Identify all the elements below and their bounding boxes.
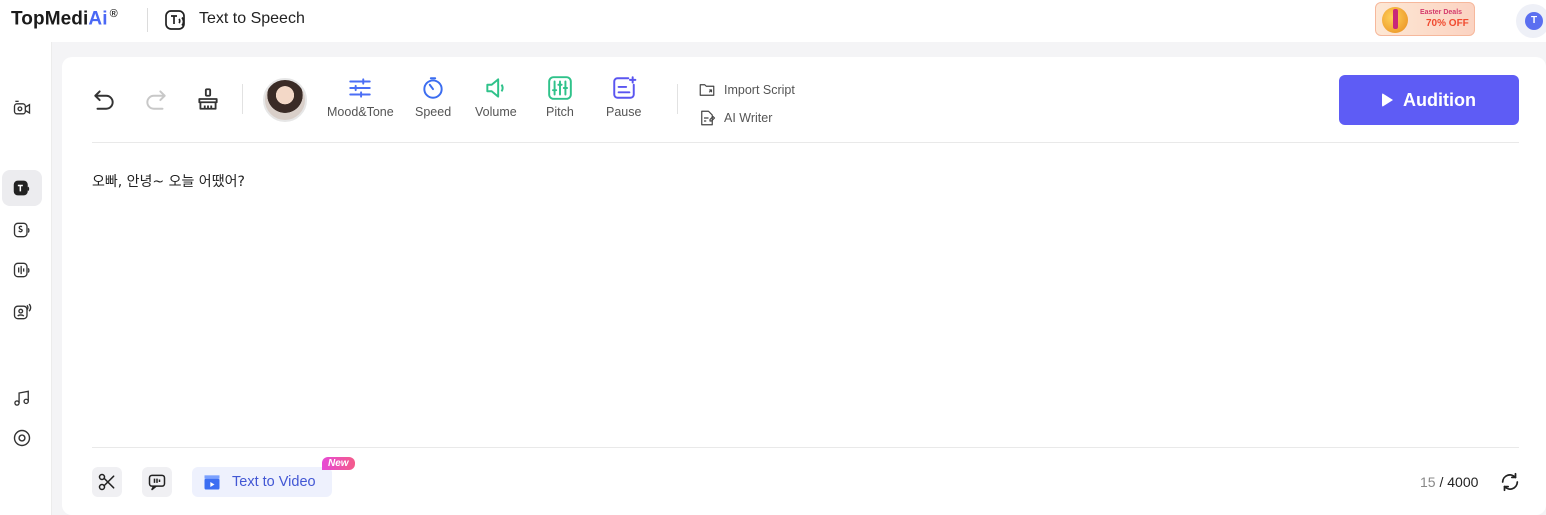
volume-button[interactable]: Volume xyxy=(475,75,517,119)
text-to-video-button[interactable]: Text to Video xyxy=(192,467,332,497)
import-script-label: Import Script xyxy=(724,83,795,97)
speed-button[interactable]: Speed xyxy=(415,75,451,119)
brand-divider xyxy=(147,8,148,32)
cut-button[interactable] xyxy=(92,467,122,497)
pause-button[interactable]: Pause xyxy=(606,75,641,119)
voice-cloning-icon xyxy=(13,262,30,278)
sidebar-item-voice-cloning[interactable] xyxy=(2,252,42,288)
voice-avatar-button[interactable] xyxy=(263,78,307,122)
pause-label: Pause xyxy=(606,105,642,119)
sidebar-item-disc[interactable] xyxy=(2,420,42,456)
text-to-speech-icon xyxy=(13,180,30,196)
document-edit-icon xyxy=(701,110,716,126)
character-limit: 4000 xyxy=(1447,474,1479,490)
sidebar-item-voice-changer[interactable] xyxy=(2,212,42,248)
sidebar-item-video[interactable] xyxy=(2,90,42,126)
speech-bubble-icon xyxy=(148,474,166,491)
mood-tone-label: Mood&Tone xyxy=(327,105,394,119)
ai-writer-button[interactable]: AI Writer xyxy=(698,109,772,127)
speed-label: Speed xyxy=(415,105,452,119)
sidebar-item-speech-to-text[interactable] xyxy=(2,294,42,330)
clear-button[interactable] xyxy=(194,85,222,113)
play-icon xyxy=(1382,93,1393,107)
video-camera-icon xyxy=(13,100,31,115)
script-text-area[interactable]: 오빠, 안녕~ 오늘 어땠어? xyxy=(92,171,245,191)
speedometer-icon xyxy=(423,77,443,99)
page-title: Text to Speech xyxy=(199,10,305,27)
brand-registered: ® xyxy=(109,8,118,20)
scissors-icon xyxy=(98,473,115,491)
promo-big-text: 70% OFF xyxy=(1426,18,1469,29)
mood-tone-button[interactable]: Mood&Tone xyxy=(327,75,394,119)
pitch-button[interactable]: Pitch xyxy=(546,75,574,119)
character-counter: 15 / 4000 xyxy=(1420,474,1478,490)
toolbar-divider xyxy=(242,84,243,114)
promo-small-text: Easter Deals xyxy=(1420,9,1463,16)
audition-button[interactable]: Audition xyxy=(1339,75,1519,125)
top-bar: TopMediAi ® Text to Speech Easter Deals 7… xyxy=(0,0,1546,42)
vinyl-disc-icon xyxy=(13,429,31,447)
divider xyxy=(92,447,1519,448)
pitch-label: Pitch xyxy=(546,105,574,119)
brand-logo[interactable]: TopMediAi ® xyxy=(11,8,118,30)
text-to-video-label: Text to Video xyxy=(232,474,316,490)
brand-prefix: TopMedi xyxy=(11,8,89,30)
undo-icon xyxy=(94,90,114,110)
import-script-button[interactable]: Import Script xyxy=(698,81,795,99)
brand-ai: Ai xyxy=(88,8,108,30)
audition-label: Audition xyxy=(1403,89,1476,110)
sliders-icon xyxy=(349,78,372,98)
avatar: T xyxy=(1525,12,1543,30)
pause-note-icon xyxy=(612,76,637,99)
new-badge: New xyxy=(322,457,355,470)
promo-banner[interactable]: Easter Deals 70% OFF xyxy=(1375,2,1475,36)
sidebar-item-text-to-speech[interactable] xyxy=(2,170,42,206)
text-to-speech-icon xyxy=(165,10,185,30)
redo-icon xyxy=(146,90,166,110)
undo-button[interactable] xyxy=(90,85,118,113)
redo-button[interactable] xyxy=(142,85,170,113)
gift-icon xyxy=(1382,7,1408,33)
account-button[interactable]: T xyxy=(1516,4,1546,38)
sidebar-item-music[interactable] xyxy=(2,380,42,416)
ai-writer-label: AI Writer xyxy=(724,111,773,125)
folder-import-icon xyxy=(699,84,715,96)
left-sidebar xyxy=(0,42,52,515)
voice-changer-icon xyxy=(13,222,30,238)
character-count-separator: / xyxy=(1435,474,1448,490)
clapperboard-icon xyxy=(204,475,220,490)
character-count: 15 xyxy=(1420,474,1436,490)
speech-to-text-icon xyxy=(13,303,32,320)
speaker-icon xyxy=(486,78,504,98)
toolbar-divider xyxy=(677,84,678,114)
volume-label: Volume xyxy=(475,105,517,119)
equalizer-icon xyxy=(548,76,572,100)
refresh-icon[interactable] xyxy=(1499,471,1521,493)
broom-icon xyxy=(198,88,218,110)
divider xyxy=(92,142,1519,143)
subtitle-button[interactable] xyxy=(142,467,172,497)
editor-card: Mood&Tone Speed Volume Pitch Pause Impor… xyxy=(62,57,1546,515)
music-note-icon xyxy=(14,390,29,406)
